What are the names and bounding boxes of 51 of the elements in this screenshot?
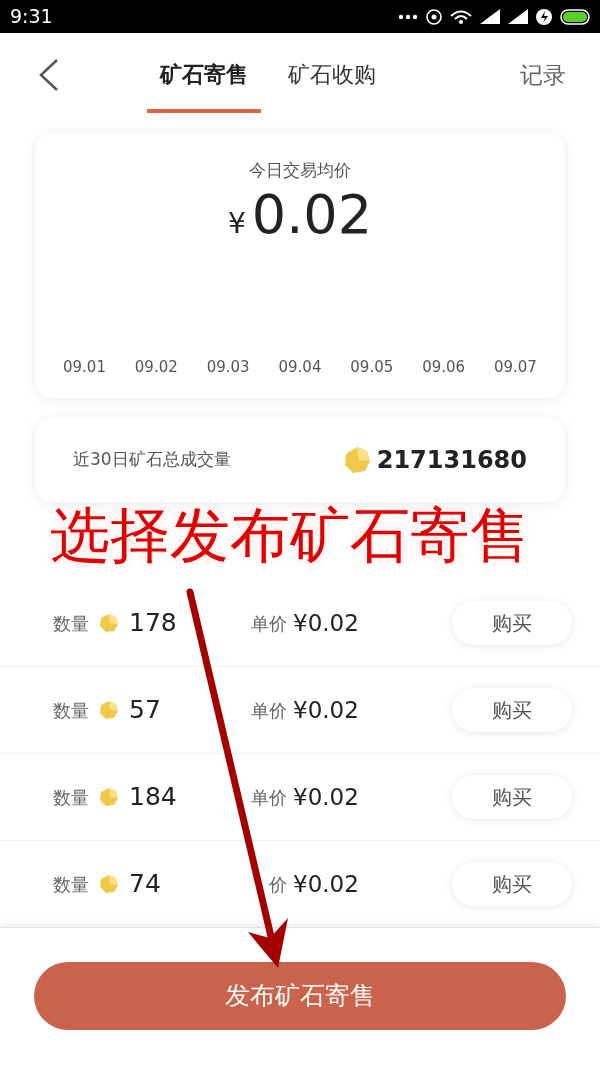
record-link[interactable]: 记录: [520, 58, 566, 93]
hotspot-icon: [426, 8, 442, 25]
signal-icon: [480, 9, 500, 24]
date-label: 09.07: [493, 356, 537, 378]
back-icon[interactable]: [38, 58, 60, 92]
quantity-label: 数量: [53, 698, 89, 723]
tab[interactable]: 矿石寄售: [147, 33, 261, 115]
average-price: 0.02: [251, 187, 373, 242]
date-label: 09.05: [350, 356, 394, 378]
annotation-text: 选择发布矿石寄售: [50, 500, 530, 570]
date-label: 09.02: [134, 356, 178, 378]
date-label: 09.01: [63, 356, 106, 378]
date-label: 09.06: [422, 356, 466, 378]
quantity-value: 178: [129, 607, 178, 640]
buy-button[interactable]: 购买: [452, 601, 572, 645]
unit-price-label: 单价: [251, 611, 287, 636]
signal-icon: [508, 9, 528, 24]
unit-price-label: 单价: [251, 698, 287, 723]
quantity-label: 数量: [53, 785, 89, 810]
buy-button[interactable]: 购买: [452, 862, 572, 906]
unit-price-label: 单价: [251, 785, 287, 810]
ore-icon: [99, 874, 119, 894]
quantity-label: 数量: [53, 872, 89, 897]
quantity-value: 184: [129, 781, 178, 814]
currency-symbol: ¥: [227, 205, 246, 242]
quantity-value: 57: [129, 694, 162, 727]
unit-price: ¥0.02: [293, 608, 359, 638]
unit-price: ¥0.02: [293, 869, 359, 899]
ore-icon: [99, 613, 119, 633]
price-title: 今日交易均价: [249, 159, 351, 182]
quantity-label: 数量: [53, 611, 89, 636]
volume-label: 近30日矿石总成交量: [73, 448, 231, 472]
ore-icon: [342, 446, 371, 474]
unit-price-label: 价: [269, 872, 287, 897]
status-time: 9:31: [10, 4, 53, 30]
wifi-icon: [450, 8, 472, 25]
ore-icon: [99, 787, 119, 807]
publish-button[interactable]: 发布矿石寄售: [34, 962, 566, 1030]
battery-icon: [560, 8, 590, 25]
quantity-value: 74: [129, 868, 162, 901]
ore-icon: [99, 700, 119, 720]
unit-price: ¥0.02: [293, 695, 359, 725]
tab[interactable]: 矿石收购: [288, 33, 376, 115]
unit-price: ¥0.02: [293, 782, 359, 812]
buy-button[interactable]: 购买: [452, 688, 572, 732]
charging-icon: [536, 8, 552, 25]
date-label: 09.03: [206, 356, 250, 378]
date-label: 09.04: [278, 356, 322, 378]
volume-value: 217131680: [376, 445, 527, 476]
buy-button[interactable]: 购买: [452, 775, 572, 819]
more-dots-icon: [398, 13, 418, 20]
